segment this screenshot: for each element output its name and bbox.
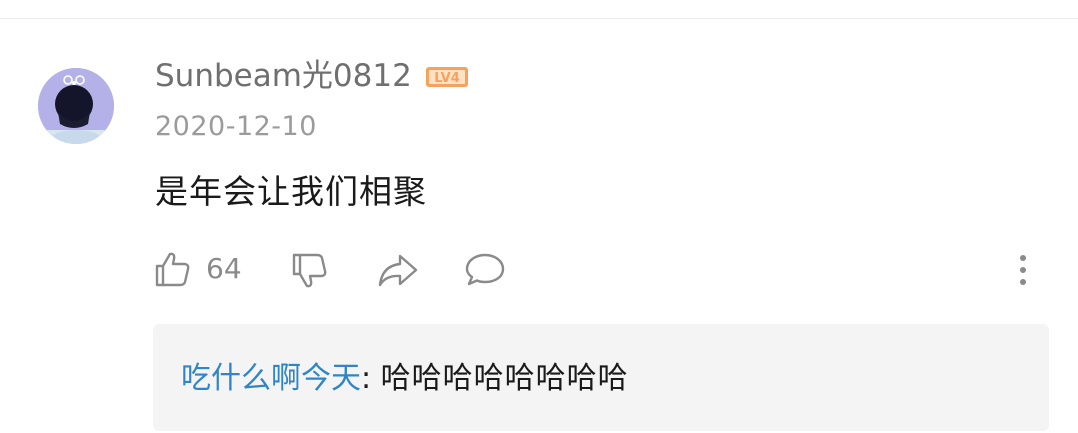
more-options-button[interactable] <box>1010 246 1036 292</box>
reply-separator: : <box>361 361 372 396</box>
comment-username[interactable]: Sunbeam光0812 <box>155 56 412 96</box>
comment-bubble-icon <box>465 253 505 286</box>
more-vertical-icon <box>1020 255 1026 285</box>
avatar-image <box>38 68 114 144</box>
reply-preview-box[interactable]: 吃什么啊今天: 哈哈哈哈哈哈哈哈 <box>153 324 1049 431</box>
dislike-button[interactable] <box>290 246 330 292</box>
level-badge-text: LV4 <box>434 71 460 86</box>
comment-date: 2020-12-10 <box>155 111 317 142</box>
share-icon <box>378 254 418 287</box>
top-divider <box>0 18 1078 19</box>
like-button[interactable] <box>152 246 192 292</box>
reply-text: 哈哈哈哈哈哈哈哈 <box>380 361 629 396</box>
comment-action-bar: 64 <box>0 246 1078 292</box>
user-avatar[interactable] <box>38 68 114 144</box>
share-button[interactable] <box>376 246 420 292</box>
like-count: 64 <box>206 252 242 285</box>
reply-author[interactable]: 吃什么啊今天 <box>181 361 361 396</box>
level-badge-lv4: LV4 <box>426 67 468 87</box>
comment-text: 是年会让我们相聚 <box>155 172 427 211</box>
thumbs-down-icon <box>292 253 327 288</box>
thumbs-up-icon <box>155 252 190 287</box>
reply-line: 吃什么啊今天: 哈哈哈哈哈哈哈哈 <box>181 359 629 399</box>
reply-button[interactable] <box>464 246 506 292</box>
